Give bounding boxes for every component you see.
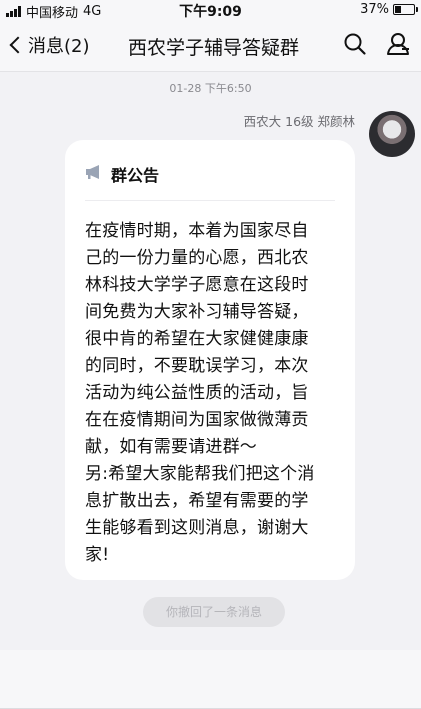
announcement-header: 群公告: [85, 162, 159, 186]
announcement-line: 家!: [85, 545, 110, 565]
nav-bar: 消息(2) 西农学子辅导答疑群: [0, 20, 421, 72]
sender-name: 西农大 16级 郑颜林: [243, 114, 355, 129]
group-members-icon[interactable]: [385, 32, 411, 60]
group-announcement-card[interactable]: 群公告 在疫情时期，本着为国家尽自 己的一份力量的心愿，西北农 林科技大学学子愿…: [65, 140, 355, 580]
announcement-body: 在疫情时期，本着为国家尽自 己的一份力量的心愿，西北农 林科技大学学子愿意在这段…: [85, 218, 339, 569]
announcement-line: 林科技大学学子愿意在这段时: [85, 275, 309, 295]
announcement-line: 间免费为大家补习辅导答疑，: [85, 302, 309, 322]
battery-info: 37%: [360, 2, 418, 17]
recall-notice: 你撤回了一条消息: [143, 597, 285, 627]
announcement-line: 在疫情时期，本着为国家尽自: [85, 221, 309, 241]
avatar[interactable]: [369, 111, 415, 157]
announcement-line: 息扩散出去，希望有需要的学: [85, 491, 309, 511]
battery-icon: [393, 4, 418, 15]
battery-percent: 37%: [360, 2, 389, 17]
announcement-title: 群公告: [111, 166, 160, 185]
input-area[interactable]: [0, 650, 421, 709]
status-bar: 中国移动 4G 下午9:09 37%: [0, 0, 421, 21]
search-icon[interactable]: [343, 32, 367, 60]
announcement-line: 己的一份力量的心愿，西北农: [85, 248, 309, 268]
message-timestamp: 01-28 下午6:50: [169, 82, 252, 95]
announcement-line: 另:希望大家能帮我们把这个消: [85, 464, 315, 484]
divider: [85, 200, 335, 201]
megaphone-icon: [85, 164, 103, 184]
announcement-line: 生能够看到这则消息，谢谢大: [85, 518, 309, 538]
announcement-line: 在在疫情期间为国家做微薄贡: [85, 410, 309, 430]
announcement-line: 很中肯的希望在大家健健康康: [85, 329, 309, 349]
announcement-line: 的同时，不要耽误学习，本次: [85, 356, 309, 376]
announcement-line: 活动为纯公益性质的活动，旨: [85, 383, 309, 403]
status-time: 下午9:09: [179, 4, 242, 20]
announcement-line: 献，如有需要请进群～: [85, 437, 257, 457]
